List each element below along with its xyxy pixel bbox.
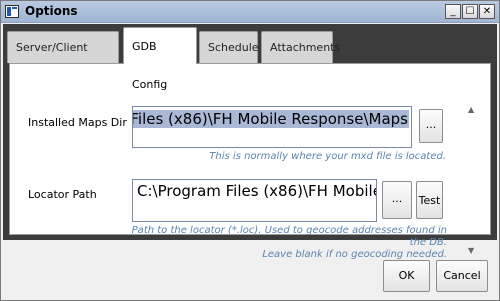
installed-maps-dir-label: Installed Maps Dir <box>28 116 127 129</box>
tab-attachments[interactable]: Attachments <box>261 31 340 63</box>
locator-hint: Path to the locator (*.loc). Used to geo… <box>130 225 447 261</box>
tab-gdb-config[interactable]: GDB Config <box>123 27 197 91</box>
close-button[interactable]: ✕ <box>479 4 495 19</box>
browse-maps-button[interactable]: ... <box>419 109 443 143</box>
scroll-down-arrow-icon[interactable]: ▼ <box>468 246 474 255</box>
installed-maps-dir-value: n Files (x86)\FH Mobile Response\Maps <box>133 110 409 128</box>
locator-path-input[interactable]: C:\Program Files (x86)\FH Mobile <box>132 179 377 222</box>
locator-path-label: Locator Path <box>28 188 97 201</box>
locator-path-value: C:\Program Files (x86)\FH Mobile <box>137 182 377 200</box>
minimize-button[interactable]: _ <box>445 4 461 19</box>
browse-locator-button[interactable]: ... <box>382 181 412 219</box>
test-locator-button[interactable]: Test <box>416 181 443 219</box>
tab-server-client-config[interactable]: Server/Client Config <box>7 31 119 86</box>
tab-schedule[interactable]: Schedule <box>199 31 259 63</box>
maps-hint: This is normally where your mxd file is … <box>209 151 446 162</box>
window-title: Options <box>25 4 78 18</box>
installed-maps-dir-input[interactable]: n Files (x86)\FH Mobile Response\Maps <box>132 106 412 148</box>
maximize-button[interactable]: ☐ <box>462 4 478 19</box>
scroll-up-arrow-icon[interactable]: ▲ <box>468 105 474 114</box>
options-window: Options _ ☐ ✕ Server/Client Config GDB C… <box>0 0 500 301</box>
cancel-button[interactable]: Cancel <box>436 260 488 292</box>
ok-button[interactable]: OK <box>383 260 430 292</box>
gdb-config-panel: Installed Maps Dir n Files (x86)\FH Mobi… <box>9 63 491 260</box>
title-bar[interactable]: Options _ ☐ ✕ <box>1 1 499 23</box>
tab-strip: Server/Client Config GDB Config Schedule… <box>3 24 497 260</box>
app-window-icon <box>5 5 19 18</box>
locator-hint-line-1: Path to the locator (*.loc). Used to geo… <box>131 225 447 248</box>
